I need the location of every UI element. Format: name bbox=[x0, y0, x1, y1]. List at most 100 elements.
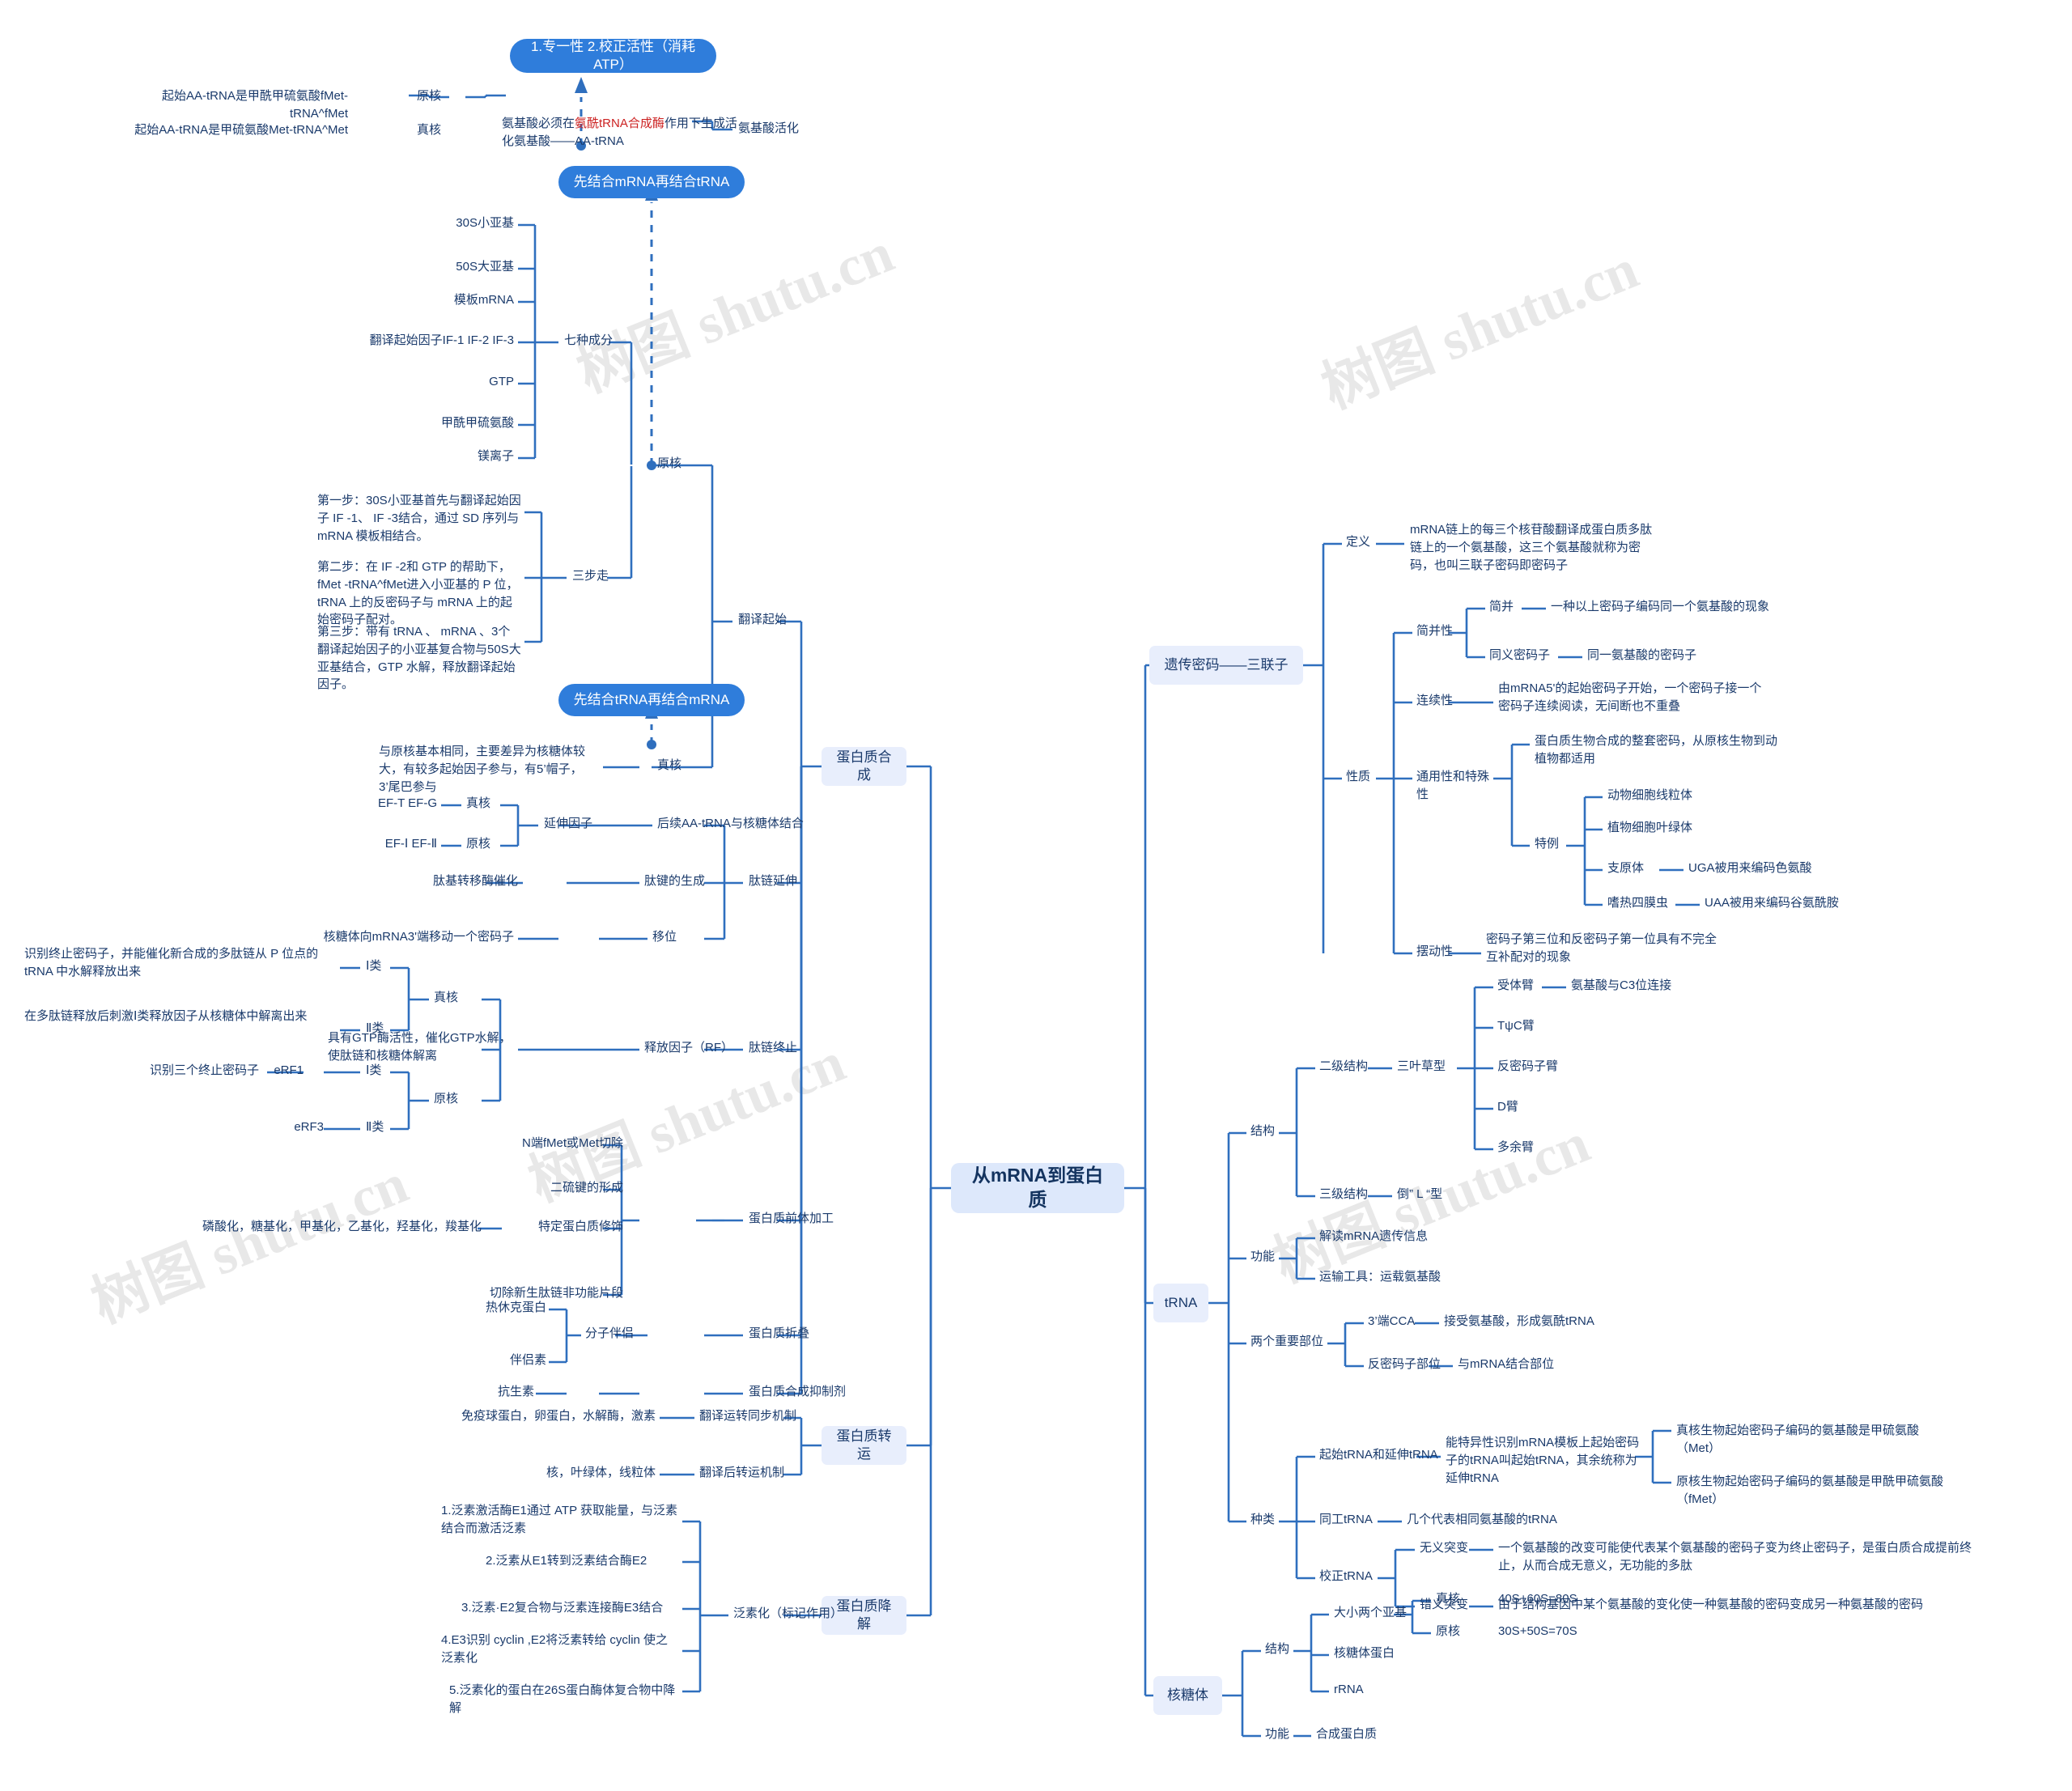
initiation-euk-detail: 与原核基本相同，主要差异为核糖体较大，有较多起始因子参与，有5’帽子，3’尾巴参… bbox=[379, 745, 586, 794]
degeneracy-item-1-desc: 同一氨基酸的密码子 bbox=[1587, 648, 1697, 662]
trna-function-1: 运输工具：运载氨基酸 bbox=[1319, 1270, 1441, 1284]
trna-type-0-sub-1: 原核生物起始密码子编码的氨基酸是甲酰甲硫氨酸（fMet） bbox=[1676, 1475, 1944, 1506]
aa-desc-highlight: 氨酰tRNA合成酶 bbox=[575, 116, 664, 130]
termination-euk-class1-desc: 识别终止密码子，并能催化新合成的多肽链从 P 位点的 tRNA 中水解释放出来 bbox=[24, 947, 319, 978]
trna-tertiary-label: 三级结构 bbox=[1319, 1187, 1369, 1201]
branch-ribosome[interactable]: 核糖体 bbox=[1153, 1676, 1222, 1715]
elongation-prokaryote: 原核 bbox=[466, 837, 491, 851]
trna-site-1-desc: 与mRNA结合部位 bbox=[1458, 1357, 1555, 1371]
special-item-3-desc: UAA被用来编码谷氨酰胺 bbox=[1705, 896, 1839, 910]
three-steps-label: 三步走 bbox=[572, 569, 609, 583]
folding-item-0: 热休克蛋白 bbox=[485, 1301, 546, 1314]
elongation-item-2-mid: 移位 bbox=[652, 930, 677, 944]
elongation-euk-factors: EF-T EF-G bbox=[377, 796, 437, 810]
release-factor-desc: 具有GTP酶活性，催化GTP水解，使肽链和核糖体解离 bbox=[328, 1031, 512, 1063]
ribosome-subunit-0-name: 真核 bbox=[1436, 1592, 1461, 1606]
initiation-component: 甲酰甲硫氨酸 bbox=[440, 416, 514, 430]
initiation-callout-prok[interactable]: 先结合mRNA再结合tRNA bbox=[558, 166, 745, 198]
elongation-item-1-detail: 肽基转移酶催化 bbox=[432, 874, 518, 888]
initiation-component: 50S大亚基 bbox=[456, 260, 514, 274]
definition-desc: mRNA链上的每三个核苷酸翻译成蛋白质多肽链上的一个氨基酸，这三个氨基酸就称为密… bbox=[1410, 523, 1653, 572]
trna-sites-label: 两个重要部位 bbox=[1250, 1335, 1324, 1348]
inhibitor-label: 蛋白质合成抑制剂 bbox=[749, 1385, 847, 1398]
aa-activation-label: 氨基酸活化 bbox=[738, 121, 800, 135]
aa-activation-desc: 氨基酸必须在氨酰tRNA合成酶作用下生成活化氨基酸——AA-tRNA bbox=[502, 97, 749, 150]
initiation-eukaryote: 真核 bbox=[657, 758, 682, 772]
trna-secondary-value: 三叶草型 bbox=[1397, 1059, 1446, 1073]
trna-type-1-desc: 几个代表相同氨基酸的tRNA bbox=[1407, 1513, 1557, 1526]
initiation-component: 模板mRNA bbox=[453, 293, 514, 307]
branch-genetic-code[interactable]: 遗传密码——三联子 bbox=[1149, 646, 1303, 685]
initiation-step: 第二步：在 IF -2和 GTP 的帮助下， fMet -tRNA^fMet进入… bbox=[317, 560, 519, 627]
elongation-eukaryote: 真核 bbox=[466, 796, 491, 810]
termination-erf3: eRF3 bbox=[294, 1120, 324, 1134]
aa-desc-pre: 氨基酸必须在 bbox=[502, 116, 575, 130]
root-node[interactable]: 从mRNA到蛋白质 bbox=[951, 1163, 1124, 1213]
watermark: 树图 shutu.cn bbox=[569, 222, 902, 405]
termination-euk-class1: Ⅰ类 bbox=[366, 959, 382, 973]
branch-trna[interactable]: tRNA bbox=[1153, 1284, 1208, 1322]
aa-activation-callout[interactable]: 1.专一性 2.校正活性（消耗ATP） bbox=[510, 39, 716, 73]
trna-type-1: 同工tRNA bbox=[1319, 1513, 1373, 1526]
trna-type-2-sub-0-name: 无义突变 bbox=[1420, 1541, 1469, 1555]
seven-components-label: 七种成分 bbox=[564, 333, 614, 347]
chaperone-label: 分子伴侣 bbox=[585, 1326, 635, 1340]
termination-erf1-desc: 识别三个终止密码子 bbox=[149, 1063, 259, 1077]
branch-protein-transport[interactable]: 蛋白质转运 bbox=[822, 1426, 906, 1465]
trna-type-2: 校正tRNA bbox=[1319, 1569, 1373, 1583]
degeneracy-item-0-desc: 一种以上密码子编码同一个氨基酸的现象 bbox=[1551, 600, 1770, 613]
ribosome-subunit-0-value: 40S+60S=80S bbox=[1498, 1592, 1577, 1606]
special-item-2: 支原体 bbox=[1607, 861, 1645, 875]
degeneracy-label: 简并性 bbox=[1416, 624, 1454, 638]
branch-protein-synthesis[interactable]: 蛋白质合成 bbox=[822, 747, 906, 786]
ribosome-subunit-1-name: 原核 bbox=[1436, 1624, 1461, 1638]
trna-secondary-label: 二级结构 bbox=[1319, 1059, 1369, 1073]
watermark: 树图 shutu.cn bbox=[83, 1152, 417, 1335]
definition-label: 定义 bbox=[1346, 535, 1371, 549]
aa-activation-euk-detail: 起始AA-tRNA是甲硫氨酸Met-tRNA^Met bbox=[134, 123, 348, 137]
ribosome-protein-label: 核糖体蛋白 bbox=[1334, 1646, 1395, 1660]
degeneracy-item-1-name: 同义密码子 bbox=[1489, 648, 1551, 662]
aa-activation-prok-detail: 起始AA-tRNA是甲酰甲硫氨酸fMet-tRNA^fMet bbox=[161, 89, 348, 121]
trna-tertiary-value: 倒” L “型 bbox=[1397, 1187, 1443, 1201]
termination-prokaryote: 原核 bbox=[434, 1092, 459, 1106]
elongation-label: 肽链延伸 bbox=[749, 874, 798, 888]
termination-euk-class2: Ⅱ类 bbox=[366, 1021, 384, 1035]
folding-item-1: 伴侣素 bbox=[509, 1353, 546, 1367]
degradation-step-1: 2.泛素从E1转到泛素结合酶E2 bbox=[486, 1554, 648, 1568]
termination-eukaryote: 真核 bbox=[434, 991, 459, 1004]
trna-structure-label: 结构 bbox=[1250, 1124, 1276, 1138]
elongation-factor-label: 延伸因子 bbox=[544, 817, 593, 830]
initiation-component: GTP bbox=[489, 375, 514, 388]
wobble-desc: 密码子第三位和反密码子第一位具有不完全互补配对的现象 bbox=[1486, 932, 1717, 964]
elongation-item-0-mid: 后续AA-tRNA与核糖体结合 bbox=[657, 817, 804, 830]
trna-type-0: 起始tRNA和延伸tRNA bbox=[1319, 1448, 1438, 1462]
trna-arm-3: D臂 bbox=[1497, 1100, 1518, 1114]
trna-site-1: 反密码子部位 bbox=[1368, 1357, 1441, 1371]
special-item-0: 动物细胞线粒体 bbox=[1607, 788, 1693, 802]
trna-arm-2: 反密码子臂 bbox=[1497, 1059, 1559, 1073]
special-item-3: 嗜热四膜虫 bbox=[1607, 896, 1669, 910]
release-factor-label: 释放因子（RF） bbox=[644, 1041, 733, 1055]
universality-desc: 蛋白质生物合成的整套密码，从原核生物到动植物都适用 bbox=[1535, 734, 1778, 766]
termination-euk-class2-desc: 在多肽链释放后刺激Ⅰ类释放因子从核糖体中解离出来 bbox=[24, 1009, 308, 1023]
degradation-step-4: 5.泛素化的蛋白在26S蛋白酶体复合物中降解 bbox=[449, 1683, 676, 1715]
precursor-label: 蛋白质前体加工 bbox=[749, 1212, 834, 1225]
transport-item-0-label: 翻译运转同步机制 bbox=[699, 1409, 797, 1423]
continuity-label: 连续性 bbox=[1416, 694, 1454, 707]
transport-item-1-detail: 核，叶绿体，线粒体 bbox=[546, 1466, 656, 1479]
elongation-prok-factors: EF-Ⅰ EF-Ⅱ bbox=[384, 837, 437, 851]
precursor-item-2-detail: 磷酸化，糖基化，甲基化，乙基化，羟基化，羧基化 bbox=[202, 1220, 482, 1233]
degradation-step-3: 4.E3识别 cyclin ,E2将泛素转给 cyclin 使之泛素化 bbox=[441, 1633, 669, 1665]
trna-arm-4: 多余臂 bbox=[1497, 1140, 1535, 1154]
initiation-callout-euk[interactable]: 先结合tRNA再结合mRNA bbox=[558, 684, 745, 716]
initiation-label: 翻译起始 bbox=[738, 613, 788, 626]
trna-type-0-desc: 能特异性识别mRNA模板上起始密码子的tRNA叫起始tRNA，其余统称为延伸tR… bbox=[1446, 1436, 1640, 1485]
special-item-2-desc: UGA被用来编码色氨酸 bbox=[1688, 861, 1812, 875]
trna-arm-0: 受体臂 bbox=[1497, 978, 1535, 992]
initiation-step: 第一步：30S小亚基首先与翻译起始因子 IF -1、 IF -3结合，通过 SD… bbox=[317, 494, 521, 543]
initiation-component: 镁离子 bbox=[477, 449, 514, 463]
transport-item-0-detail: 免疫球蛋白，卵蛋白，水解酶，激素 bbox=[461, 1409, 656, 1423]
special-item-1: 植物细胞叶绿体 bbox=[1607, 821, 1693, 834]
degradation-step-2: 3.泛素·E2复合物与泛素连接酶E3结合 bbox=[461, 1601, 664, 1615]
